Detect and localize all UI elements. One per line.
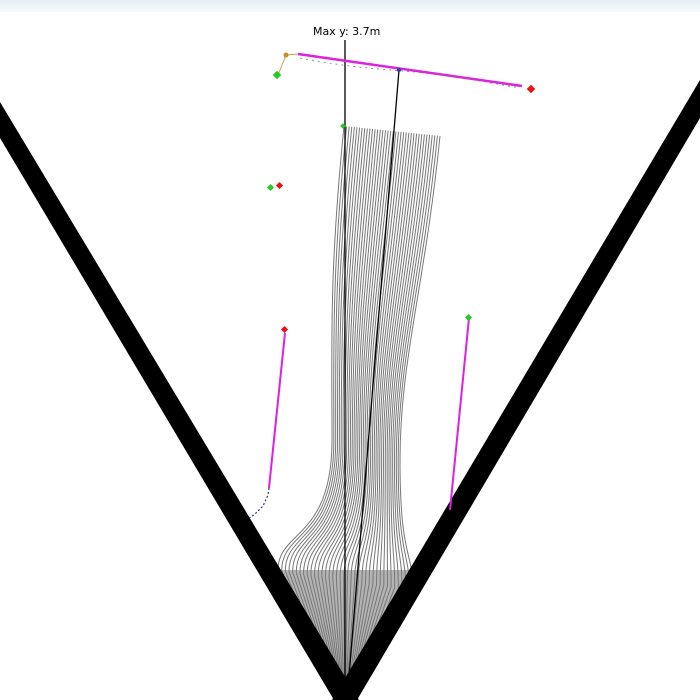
left-rope-end-marker[interactable] bbox=[280, 325, 289, 334]
start-marker-mid[interactable] bbox=[266, 183, 275, 192]
end-marker-mid[interactable] bbox=[275, 181, 284, 190]
top-whip bbox=[277, 52, 523, 89]
start-marker-top[interactable] bbox=[272, 70, 282, 80]
whip-joint bbox=[283, 52, 289, 58]
simulation-canvas[interactable] bbox=[0, 0, 700, 700]
left-rope-segment bbox=[268, 332, 286, 489]
whip-pivot bbox=[397, 68, 401, 72]
left-rope-tail bbox=[247, 487, 270, 520]
left-side-rope bbox=[247, 332, 286, 520]
whip-tail bbox=[277, 53, 299, 76]
whip-chain bbox=[299, 57, 521, 89]
right-rope-start-marker[interactable] bbox=[464, 313, 473, 322]
end-marker-top[interactable] bbox=[526, 84, 536, 94]
strand-fan bbox=[277, 125, 441, 691]
whip-segment bbox=[297, 52, 523, 88]
right-wall bbox=[332, 80, 700, 700]
